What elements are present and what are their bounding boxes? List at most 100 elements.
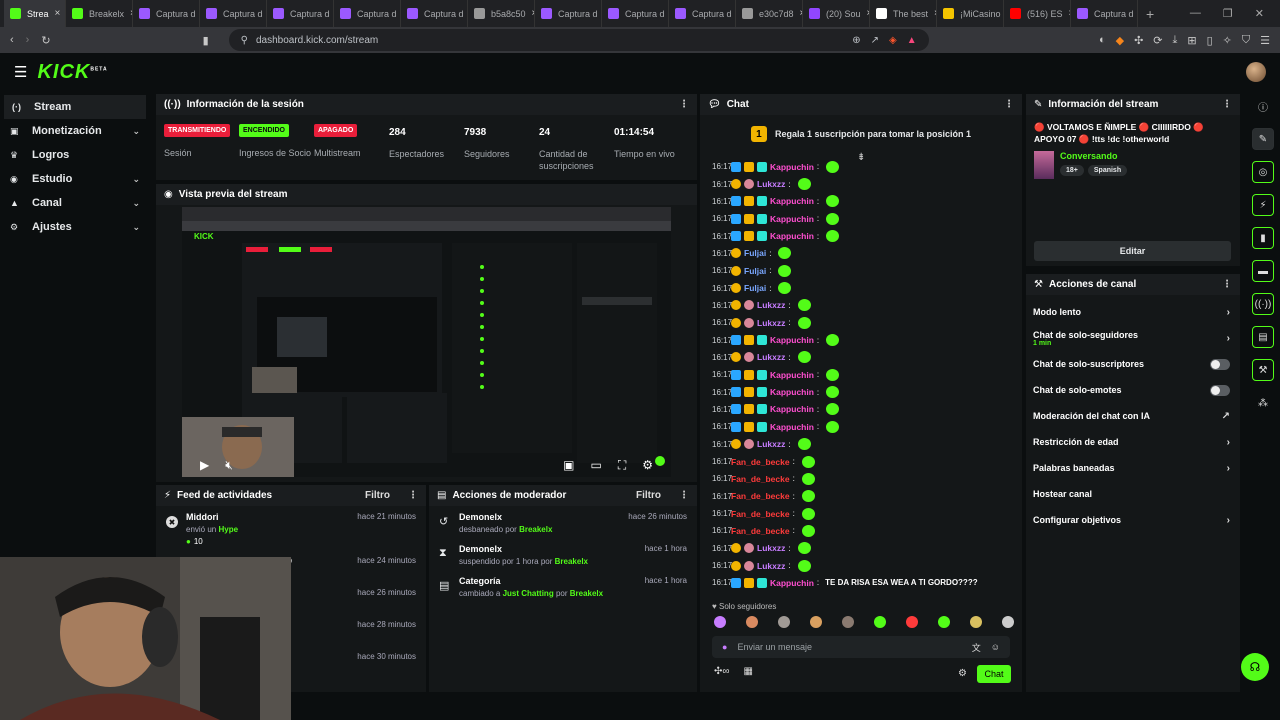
emoji-icon[interactable]: ☺ (991, 642, 1000, 652)
browser-tab[interactable]: Captura d× (267, 0, 334, 27)
chevron-right-icon[interactable]: › (1227, 515, 1230, 526)
list-item[interactable]: ✖ Middori envió un Hype ● 10 hace 21 minutos (156, 506, 426, 550)
message-icon[interactable]: ▬ (1252, 260, 1274, 282)
menu-icon[interactable]: ☰ (1260, 34, 1270, 47)
chat-message[interactable]: 16:17 Kappuchin: TE DA RISA ESA WEA A TI G… (700, 574, 1020, 591)
store-icon[interactable]: ▦ (744, 666, 753, 677)
chat-username[interactable]: Kappuchin (770, 422, 814, 432)
chat-input-box[interactable]: ● Enviar un mensaje 文 ☺ (712, 636, 1010, 658)
new-tab-button[interactable]: + (1146, 6, 1154, 22)
history-icon[interactable]: ⊞ (1187, 34, 1196, 47)
points-icon[interactable]: ✣∞ (714, 666, 730, 677)
chat-message[interactable]: 16:17 Lukxzz: (700, 314, 1020, 331)
browser-tab[interactable]: Captura d× (133, 0, 200, 27)
sidebar-item-monetización[interactable]: ▣ Monetización ⌄ (0, 119, 150, 143)
moderator-name[interactable]: Breakelx (519, 525, 552, 534)
browser-tab[interactable]: Captura d× (401, 0, 468, 27)
brave-shield-icon[interactable]: ◈ (889, 35, 897, 46)
play-icon[interactable]: ▶ (200, 458, 209, 472)
more-options-icon[interactable]: ⋮ (408, 490, 418, 501)
headset-button[interactable]: ☊ (1241, 653, 1269, 681)
chat-message[interactable]: 16:17 Fan_de_becke: (700, 522, 1020, 539)
browser-tab[interactable]: Strea × (4, 0, 66, 27)
pinned-gift-banner[interactable]: 1 Regala 1 suscripción para tomar la pos… (700, 115, 1022, 153)
lightning-icon[interactable]: ⚡ (1252, 194, 1274, 216)
emote-icon[interactable] (1002, 616, 1014, 628)
chevron-right-icon[interactable]: › (1227, 463, 1230, 474)
site-info-icon[interactable]: ⚲ (241, 35, 248, 46)
hamburger-icon[interactable]: ☰ (14, 63, 27, 81)
list-item[interactable]: ▤ Categoría cambiado a Just Chatting por B… (429, 570, 697, 602)
browser-tab[interactable]: Captura d× (535, 0, 602, 27)
sidebar-item-estudio[interactable]: ◉ Estudio ⌄ (0, 167, 150, 191)
tag-chip[interactable]: 18+ (1060, 165, 1084, 176)
vpn-icon[interactable]: ⛉ (1242, 34, 1250, 47)
chat-message[interactable]: 16:17 Kappuchin: (700, 210, 1020, 227)
bookmark-icon[interactable]: ▮ (203, 34, 209, 47)
emote-icon[interactable] (810, 616, 822, 628)
moderator-target[interactable]: Demonelx (459, 512, 552, 522)
chat-message[interactable]: 16:17 Kappuchin: (700, 401, 1020, 418)
chat-settings-icon[interactable]: ⚙ (958, 668, 967, 679)
chat-input[interactable]: Enviar un mensaje (737, 642, 812, 652)
url-field[interactable]: ⚲ dashboard.kick.com/stream ⊕ ↗ ◈ ▲ (228, 29, 929, 51)
list-item[interactable]: ⧗ Demonelx suspendido por 1 hora por Break… (429, 538, 697, 570)
settings-icon[interactable]: ⚙ (642, 458, 653, 472)
maximize-icon[interactable]: ❐ (1223, 7, 1233, 20)
activity-filter-button[interactable]: Filtro (365, 490, 390, 501)
wallet-icon[interactable]: ◆ (1116, 34, 1124, 47)
sidebar-item-logros[interactable]: ♛ Logros (0, 143, 150, 167)
leo-icon[interactable]: ✧ (1223, 34, 1232, 47)
chat-username[interactable]: Lukxzz (757, 352, 785, 362)
browser-tab[interactable]: Captura d× (602, 0, 669, 27)
list-item[interactable]: ↺ Demonelx desbaneado por Breakelx hace 26 … (429, 506, 697, 538)
moderator-target[interactable]: Categoría (459, 576, 603, 586)
emote-icon[interactable] (746, 616, 758, 628)
toggle-switch[interactable] (1210, 358, 1230, 370)
channel-action-item[interactable]: Palabras baneadas › (1026, 455, 1240, 481)
extension-icon[interactable]: ◐ (1099, 34, 1106, 47)
browser-tab[interactable]: (20) Sou× (803, 0, 870, 27)
browser-tab[interactable]: The best× (870, 0, 937, 27)
channel-action-item[interactable]: Chat de solo-seguidores 1 min › (1026, 325, 1240, 351)
chevron-down-icon[interactable]: ⌄ (132, 126, 140, 137)
chat-username[interactable]: Fan_de_becke (731, 474, 790, 484)
chat-username[interactable]: Fan_de_becke (731, 526, 790, 536)
fullscreen-icon[interactable]: ⛶ (618, 458, 626, 473)
chat-username[interactable]: Fuljai (744, 283, 766, 293)
emote-icon[interactable] (714, 616, 726, 628)
edit-icon[interactable]: ✎ (1252, 128, 1274, 150)
chat-message[interactable]: 16:17 Lukxzz: (700, 297, 1020, 314)
chat-message[interactable]: 16:17 Fuljai: (700, 262, 1020, 279)
chat-username[interactable]: Lukxzz (757, 561, 785, 571)
chat-message[interactable]: 16:17 Lukxzz: (700, 349, 1020, 366)
chat-username[interactable]: Kappuchin (770, 214, 814, 224)
moderator-name[interactable]: Breakelx (570, 589, 603, 598)
chat-username[interactable]: Lukxzz (757, 300, 785, 310)
external-link-icon[interactable]: ↗ (1222, 411, 1230, 422)
more-options-icon[interactable]: ⋮ (1222, 279, 1232, 290)
browser-tab[interactable]: (516) ES× (1004, 0, 1071, 27)
more-options-icon[interactable]: ⋮ (679, 99, 689, 110)
translate-icon[interactable]: 文 (972, 641, 981, 654)
chat-username[interactable]: Lukxzz (757, 179, 785, 189)
browser-tab[interactable]: Captura d× (1071, 0, 1138, 27)
channel-action-item[interactable]: Modo lento › (1026, 299, 1240, 325)
send-chat-button[interactable]: Chat (977, 665, 1011, 683)
chat-username[interactable]: Fan_de_becke (731, 457, 790, 467)
stream-preview-video[interactable]: KICK ▶ 🔇︎ ▣ ▭ ⛶ ⚙ (182, 207, 671, 477)
emote-icon[interactable] (778, 616, 790, 628)
close-window-icon[interactable]: ✕ (1255, 7, 1264, 20)
mic-icon[interactable]: ● (722, 642, 727, 652)
wrench-icon[interactable]: ⚒ (1252, 359, 1274, 381)
emote-icon[interactable] (874, 616, 886, 628)
chat-message[interactable]: 16:17 Fan_de_becke: (700, 470, 1020, 487)
avatar[interactable] (1246, 62, 1266, 82)
reload-icon[interactable]: ↻ (41, 34, 50, 47)
minimize-icon[interactable]: — (1190, 7, 1201, 20)
chat-message[interactable]: 16:17 Fan_de_becke: (700, 453, 1020, 470)
emote-icon[interactable] (906, 616, 918, 628)
tag-chip[interactable]: Spanish (1087, 165, 1128, 176)
edit-stream-button[interactable]: Editar (1034, 241, 1231, 261)
chat-username[interactable]: Lukxzz (757, 439, 785, 449)
